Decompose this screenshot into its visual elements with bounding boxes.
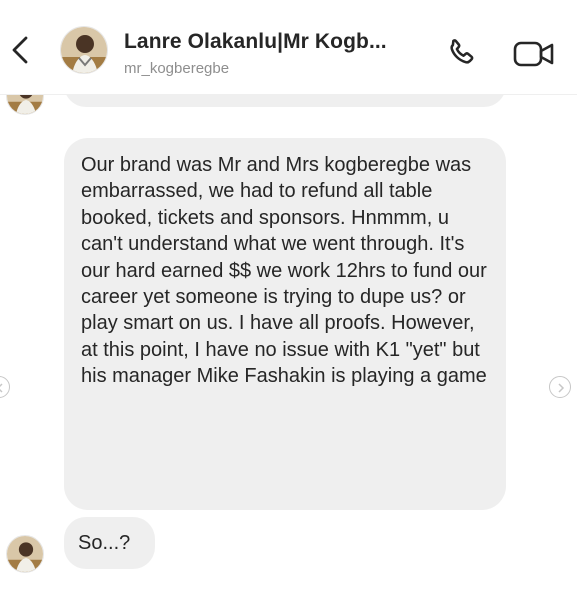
message-text: up — [81, 95, 103, 97]
message-bubble[interactable]: up — [64, 95, 506, 107]
profile-photo — [61, 27, 107, 73]
sender-avatar[interactable] — [6, 95, 44, 115]
message-bubble[interactable]: So...? — [64, 517, 155, 569]
conversation-title[interactable]: Lanre Olakanlu|Mr Kogb... mr_kogberegbe — [124, 30, 424, 77]
previous-button[interactable] — [0, 376, 10, 398]
message-text: Our brand was Mr and Mrs kogberegbe was … — [81, 154, 487, 388]
contact-name: Lanre Olakanlu|Mr Kogb... — [124, 30, 387, 53]
back-button[interactable] — [6, 30, 36, 70]
chevron-right-icon — [558, 383, 565, 393]
avatar[interactable] — [60, 26, 108, 74]
contact-username: mr_kogberegbe — [124, 60, 230, 77]
profile-photo — [7, 95, 43, 114]
chat-header: Lanre Olakanlu|Mr Kogb... mr_kogberegbe — [0, 0, 577, 95]
sender-avatar[interactable] — [6, 535, 44, 573]
message-text: So...? — [78, 532, 131, 554]
next-button[interactable] — [549, 376, 571, 398]
chevron-left-icon — [12, 36, 28, 64]
chevron-left-icon — [0, 383, 3, 393]
video-call-button[interactable] — [512, 38, 556, 70]
message-thread[interactable]: up Our brand was Mr and Mrs kogberegbe w… — [0, 95, 577, 594]
video-camera-icon — [513, 41, 554, 67]
phone-icon — [450, 39, 474, 64]
profile-photo — [7, 536, 43, 572]
audio-call-button[interactable] — [444, 36, 478, 70]
message-bubble[interactable]: Our brand was Mr and Mrs kogberegbe was … — [64, 138, 506, 510]
